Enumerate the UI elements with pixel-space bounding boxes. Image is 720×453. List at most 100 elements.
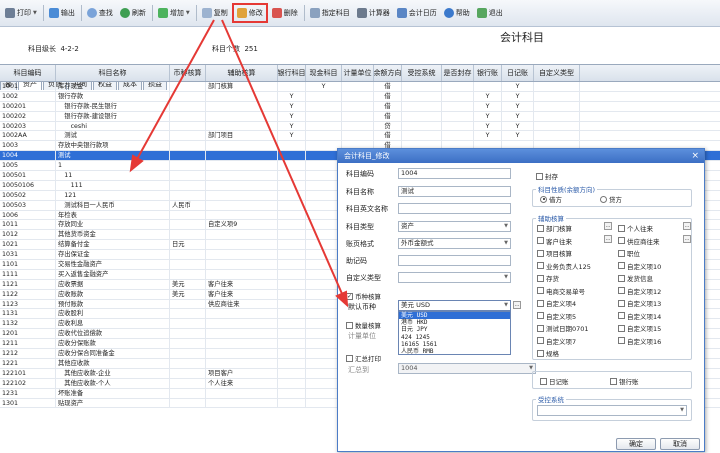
nature-title: 科目性质(余额方向)	[536, 184, 598, 194]
copy-button[interactable]: 复制	[199, 3, 231, 23]
browse-button[interactable]: …	[513, 301, 521, 309]
aux-checkbox[interactable]: 业务负责人125	[537, 261, 591, 271]
modify-button[interactable]: 修改	[231, 3, 268, 23]
column-header[interactable]: 计量单位	[342, 65, 374, 81]
currency-option[interactable]: 16165 1561	[399, 341, 510, 348]
aux-checkbox[interactable]: 自定义项13	[618, 298, 661, 308]
aux-checkbox[interactable]: 自定义项12	[618, 286, 661, 296]
help-button[interactable]: 帮助	[441, 3, 473, 23]
find-button[interactable]: 查找	[84, 3, 116, 23]
custom-type-select[interactable]: ▼	[398, 272, 511, 283]
table-row[interactable]: 100202 银行存款-建设银行 Y 借 Y Y	[0, 111, 720, 122]
table-cell	[206, 269, 278, 279]
aux-checkbox[interactable]: 职位	[618, 248, 640, 258]
summary-print-checkbox[interactable]: 汇总打印	[346, 353, 381, 363]
refresh-button[interactable]: 刷新	[117, 3, 149, 23]
summary-to-select[interactable]: 1004 ▼	[398, 363, 536, 374]
customer-browse-button[interactable]: …	[604, 235, 612, 243]
currency-option[interactable]: 日元 JPY	[399, 326, 510, 333]
english-name-field[interactable]	[398, 203, 511, 214]
person-browse-button[interactable]: …	[683, 222, 691, 230]
table-row[interactable]: 100203 ceshi Y 贷 Y Y	[0, 121, 720, 132]
table-row[interactable]: 1002 银行存款 Y 借 Y Y	[0, 91, 720, 102]
table-cell	[534, 111, 580, 121]
table-cell: 1021	[0, 240, 56, 250]
debit-radio[interactable]: 借方	[540, 194, 562, 204]
column-header[interactable]: 受控系统	[402, 65, 442, 81]
table-cell	[278, 210, 306, 220]
code-field[interactable]: 1004	[398, 168, 511, 179]
currency-option[interactable]: 424 1245	[399, 334, 510, 341]
bank-book-checkbox[interactable]: 银行账	[610, 376, 639, 386]
currency-option[interactable]: 港币 HKD	[399, 319, 510, 326]
aux-checkbox[interactable]: 自定义项16	[618, 336, 661, 346]
table-cell	[206, 339, 278, 349]
aux-checkbox[interactable]: 测试日期0701	[537, 323, 589, 333]
aux-label: 职位	[627, 250, 640, 258]
column-header[interactable]: 日记账	[502, 65, 534, 81]
table-row[interactable]: 100201 银行存款-民生银行 Y 借 Y Y	[0, 101, 720, 112]
table-row[interactable]: 1001 库存现金 部门核算 Y 借 Y	[0, 82, 720, 92]
aux-checkbox[interactable]: 自定义项14	[618, 311, 661, 321]
journal-checkbox[interactable]: 日记账	[540, 376, 569, 386]
name-field[interactable]: 测试	[398, 186, 511, 197]
currency-option[interactable]: 人民币 RMB	[399, 348, 510, 355]
add-button[interactable]: 增加 ▼	[155, 3, 193, 23]
currency-checkbox[interactable]: ✓ 币种核算	[346, 291, 381, 301]
table-cell	[342, 121, 374, 131]
format-select[interactable]: 外币金额式 ▼	[398, 238, 511, 249]
output-button[interactable]: 输出	[46, 3, 78, 23]
dept-browse-button[interactable]: …	[604, 222, 612, 230]
table-cell	[306, 101, 342, 111]
table-cell: 客户往来	[206, 279, 278, 289]
aux-checkbox[interactable]: 供应商往来	[618, 236, 660, 246]
column-header[interactable]: 是否封存	[442, 65, 474, 81]
seal-checkbox[interactable]: 封存	[536, 171, 558, 181]
calendar-button[interactable]: 会计日历	[394, 3, 440, 23]
print-button[interactable]: 打印 ▼	[2, 3, 40, 23]
delete-button[interactable]: 删除	[269, 3, 301, 23]
column-header[interactable]: 币种核算	[170, 65, 206, 81]
column-header[interactable]: 银行科目	[278, 65, 306, 81]
assign-account-button[interactable]: 指定科目	[307, 3, 353, 23]
ok-button[interactable]: 确定	[616, 438, 656, 450]
aux-checkbox[interactable]: 客户往来	[537, 236, 572, 246]
table-cell: 存放同业	[56, 220, 170, 230]
table-cell	[402, 82, 442, 91]
aux-checkbox[interactable]: 个人往来	[618, 223, 653, 233]
aux-checkbox[interactable]: 发货信息	[618, 273, 653, 283]
aux-checkbox[interactable]: 存货	[537, 273, 559, 283]
column-header[interactable]: 科目名称	[56, 65, 170, 81]
column-header[interactable]: 自定义类型	[534, 65, 580, 81]
supplier-browse-button[interactable]: …	[683, 235, 691, 243]
table-cell	[442, 111, 474, 121]
column-header[interactable]: 余额方向	[374, 65, 402, 81]
aux-checkbox[interactable]: 规格	[537, 348, 559, 358]
table-cell	[206, 250, 278, 260]
aux-checkbox[interactable]: 自定义项15	[618, 323, 661, 333]
cancel-button[interactable]: 取消	[660, 438, 700, 450]
aux-checkbox[interactable]: 部门核算	[537, 223, 572, 233]
type-select[interactable]: 资产 ▼	[398, 221, 511, 232]
calculator-button[interactable]: 计算器	[354, 3, 393, 23]
quantity-checkbox[interactable]: 数量核算	[346, 320, 381, 330]
aux-checkbox[interactable]: 电商交易单号	[537, 286, 585, 296]
column-header[interactable]: 银行账	[474, 65, 502, 81]
exit-button[interactable]: 退出	[474, 3, 506, 23]
aux-checkbox[interactable]: 自定义项4	[537, 298, 576, 308]
credit-radio[interactable]: 贷方	[600, 194, 622, 204]
control-system-select[interactable]: ▼	[537, 405, 687, 416]
aux-checkbox[interactable]: 自定义项5	[537, 311, 576, 321]
column-header[interactable]: 辅助核算	[206, 65, 278, 81]
mnemonic-field[interactable]	[398, 255, 511, 266]
checkbox-box	[618, 224, 625, 232]
aux-checkbox[interactable]: 自定义项7	[537, 336, 576, 346]
currency-select[interactable]: 美元 USD ▼	[398, 300, 511, 311]
column-header[interactable]: 现金科目	[306, 65, 342, 81]
table-row[interactable]: 1002AA 测试 部门项目 Y 借 Y Y	[0, 131, 720, 142]
table-cell	[534, 101, 580, 111]
aux-checkbox[interactable]: 项目核算	[537, 248, 572, 258]
close-icon[interactable]: ×	[691, 149, 699, 163]
aux-checkbox[interactable]: 自定义项10	[618, 261, 661, 271]
column-header[interactable]: 科目编码	[0, 65, 56, 81]
